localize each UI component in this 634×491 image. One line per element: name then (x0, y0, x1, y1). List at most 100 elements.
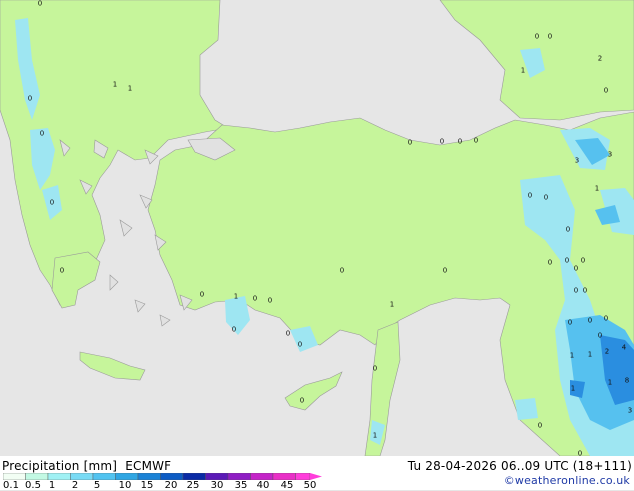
station-value: 1 (113, 81, 117, 89)
station-s47: 4 (622, 344, 627, 352)
credit-link[interactable]: ©weatheronline.co.uk (504, 474, 630, 487)
station-value: 0 (544, 194, 548, 202)
station-value: 0 (474, 137, 478, 145)
station-value: 0 (535, 33, 539, 41)
station-value: 4 (622, 344, 627, 352)
color-scale-swatch (182, 473, 206, 480)
station-value: 0 (440, 138, 444, 146)
station-value: 3 (575, 157, 579, 165)
station-s50: 8 (625, 377, 629, 385)
station-value: 2 (605, 348, 609, 356)
station-value: 0 (340, 267, 344, 275)
station-s27: 0 (440, 138, 444, 146)
station-value: 0 (548, 33, 552, 41)
station-s4: 0 (28, 95, 32, 103)
color-scale-label: 25 (186, 480, 200, 491)
station-s7: 0 (60, 267, 64, 275)
station-value: 0 (38, 0, 42, 8)
station-value: 1 (234, 293, 238, 301)
station-value: 0 (568, 319, 572, 327)
station-value: 0 (574, 287, 578, 295)
station-value: 1 (390, 301, 394, 309)
color-scale-swatch (47, 473, 71, 480)
station-s23: 2 (598, 55, 602, 63)
station-s17: 1 (390, 301, 394, 309)
legend-title-text: Precipitation [mm] (2, 459, 118, 473)
station-value: 0 (604, 315, 608, 323)
station-value: 0 (538, 422, 542, 430)
station-s1: 0 (38, 0, 42, 8)
station-value: 1 (571, 385, 575, 393)
station-s49: 1 (608, 379, 612, 387)
legend-title: Precipitation [mm] ECMWF (2, 459, 171, 473)
station-s34: 0 (565, 257, 569, 265)
station-value: 0 (286, 330, 290, 338)
station-value: 2 (598, 55, 602, 63)
station-s45: 1 (588, 351, 592, 359)
station-s24: 1 (521, 67, 525, 75)
station-s15: 0 (340, 267, 344, 275)
station-s22: 0 (548, 33, 552, 41)
station-s37: 0 (583, 287, 587, 295)
station-s18: 3 (575, 157, 579, 165)
station-value: 0 (565, 257, 569, 265)
station-s51: 0 (538, 422, 542, 430)
station-s53: 0 (300, 397, 304, 405)
color-scale-swatch (160, 473, 184, 480)
station-s54: 1 (373, 432, 377, 440)
station-s3: 1 (128, 85, 132, 93)
color-scale-label: 2 (71, 480, 79, 491)
station-value: 0 (200, 291, 204, 299)
station-value: 0 (574, 265, 578, 273)
station-value: 1 (521, 67, 525, 75)
station-value: 1 (373, 432, 377, 440)
station-s32: 0 (566, 226, 570, 234)
station-value: 0 (581, 257, 585, 265)
color-scale-swatch (92, 473, 116, 480)
station-value: 0 (298, 341, 302, 349)
station-value: 0 (28, 95, 32, 103)
station-value: 1 (608, 379, 612, 387)
station-value: 8 (625, 377, 629, 385)
color-scale-label: 0.1 (3, 480, 19, 491)
station-s13: 0 (286, 330, 290, 338)
station-s25: 0 (604, 87, 608, 95)
station-s29: 0 (474, 137, 478, 145)
station-s35: 0 (581, 257, 585, 265)
station-value: 0 (528, 192, 532, 200)
station-s41: 0 (574, 265, 578, 273)
station-s21: 0 (535, 33, 539, 41)
color-scale-label: 5 (93, 480, 101, 491)
station-s20: 1 (595, 185, 599, 193)
station-s43: 0 (373, 365, 377, 373)
color-scale-label: 35 (234, 480, 248, 491)
precipitation-map[interactable]: 01 100000 1 0 00 000 013310 02100 0 0 00 000 0 00 00 0 0… (0, 0, 634, 456)
color-scale-swatch (25, 473, 49, 480)
station-s9: 1 (234, 293, 238, 301)
station-s8: 0 (200, 291, 204, 299)
station-value: 0 (232, 326, 236, 334)
station-value: 3 (628, 407, 632, 415)
model-name: ECMWF (125, 459, 172, 473)
color-scale-label: 10 (118, 480, 132, 491)
station-value: 0 (548, 259, 552, 267)
station-value: 0 (583, 287, 587, 295)
station-value: 0 (50, 199, 54, 207)
station-s16: 0 (443, 267, 447, 275)
color-scale-label: 30 (210, 480, 224, 491)
station-value: 0 (443, 267, 447, 275)
color-scale-swatch (70, 473, 94, 480)
station-s6: 0 (50, 199, 54, 207)
station-value: 0 (40, 130, 44, 138)
station-value: 1 (128, 85, 132, 93)
station-s14: 0 (298, 341, 302, 349)
color-scale-label: 40 (256, 480, 270, 491)
station-s46: 1 (570, 352, 574, 360)
station-value: 0 (408, 139, 412, 147)
station-s42: 0 (598, 332, 602, 340)
color-scale-swatch (137, 473, 161, 480)
color-scale-label: 15 (140, 480, 154, 491)
station-value: 0 (300, 397, 304, 405)
valid-time: Tu 28-04-2026 06..09 UTC (18+111) (407, 459, 632, 473)
color-scale-swatch (272, 473, 296, 480)
